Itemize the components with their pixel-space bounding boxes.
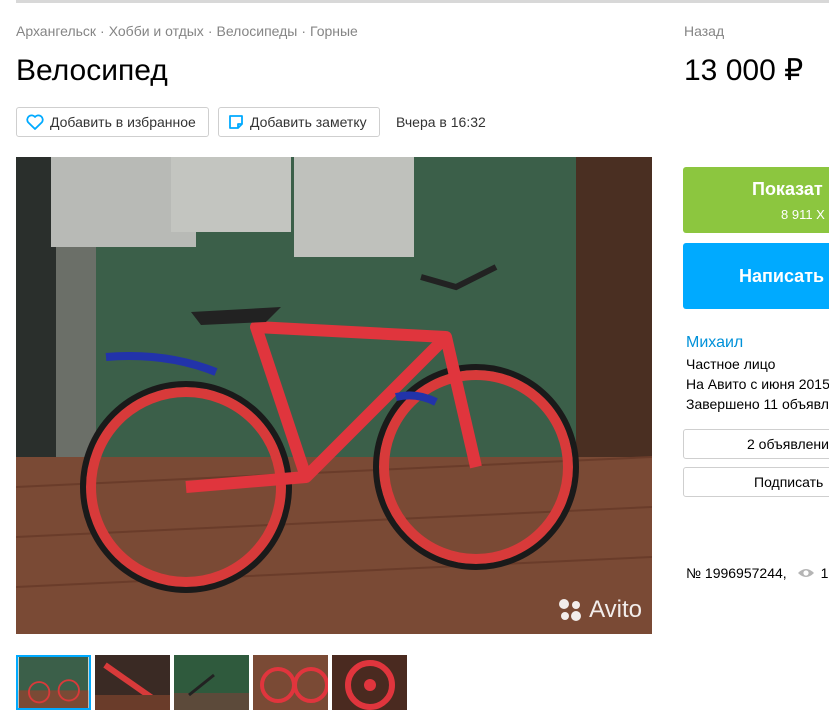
thumbnail-1[interactable] <box>16 655 91 710</box>
heart-icon <box>26 114 44 130</box>
avito-watermark: Avito <box>557 596 642 624</box>
add-note-button[interactable]: Добавить заметку <box>218 107 380 137</box>
phone-number: 8 911 X <box>781 207 825 222</box>
seller-ads-button[interactable]: 2 объявлени <box>683 429 829 459</box>
avito-logo-icon <box>559 599 582 621</box>
price: 13 000 ₽ <box>684 54 804 87</box>
thumbnail-2[interactable] <box>95 655 170 710</box>
thumbnail-strip <box>16 655 411 710</box>
main-photo[interactable]: Avito <box>16 157 652 634</box>
write-message-button[interactable]: Написать <box>683 243 829 309</box>
breadcrumb-mountain[interactable]: Горные <box>310 23 358 39</box>
seller-name-link[interactable]: Михаил <box>686 334 743 352</box>
subscribe-button[interactable]: Подписать <box>683 467 829 497</box>
seller-ads-label: 2 объявлени <box>747 436 829 452</box>
item-number: № 1996957244, <box>686 565 787 581</box>
add-to-favorites-button[interactable]: Добавить в избранное <box>16 107 209 137</box>
thumbnail-3[interactable] <box>174 655 249 710</box>
thumbnail-5[interactable] <box>332 655 407 710</box>
seller-completed: Завершено 11 объявл <box>686 396 829 412</box>
add-note-label: Добавить заметку <box>250 114 367 130</box>
breadcrumb-city[interactable]: Архангельск <box>16 23 96 39</box>
page-title: Велосипед <box>16 54 168 87</box>
show-phone-label: Показат <box>752 179 823 199</box>
add-to-favorites-label: Добавить в избранное <box>50 114 196 130</box>
breadcrumb-hobby[interactable]: Хобби и отдых <box>109 23 204 39</box>
seller-since: На Авито с июня 2015 <box>686 376 829 392</box>
eye-icon <box>797 569 814 577</box>
posted-date: Вчера в 16:32 <box>396 114 486 130</box>
write-message-label: Написать <box>739 266 825 286</box>
note-icon <box>229 115 243 129</box>
thumbnail-4[interactable] <box>253 655 328 710</box>
view-count: 18 <box>820 565 829 581</box>
show-phone-button[interactable]: Показат 8 911 X <box>683 167 829 233</box>
top-divider <box>16 0 829 3</box>
item-info: № 1996957244, 18 <box>686 565 829 581</box>
bicycle-photo <box>16 157 652 634</box>
watermark-text: Avito <box>589 596 642 623</box>
breadcrumb: Архангельск · Хобби и отдых · Велосипеды · Гор… <box>16 23 358 39</box>
subscribe-label: Подписать <box>754 474 824 490</box>
seller-type: Частное лицо <box>686 356 776 372</box>
breadcrumb-bicycles[interactable]: Велосипеды <box>216 23 297 39</box>
back-link[interactable]: Назад <box>684 23 724 39</box>
